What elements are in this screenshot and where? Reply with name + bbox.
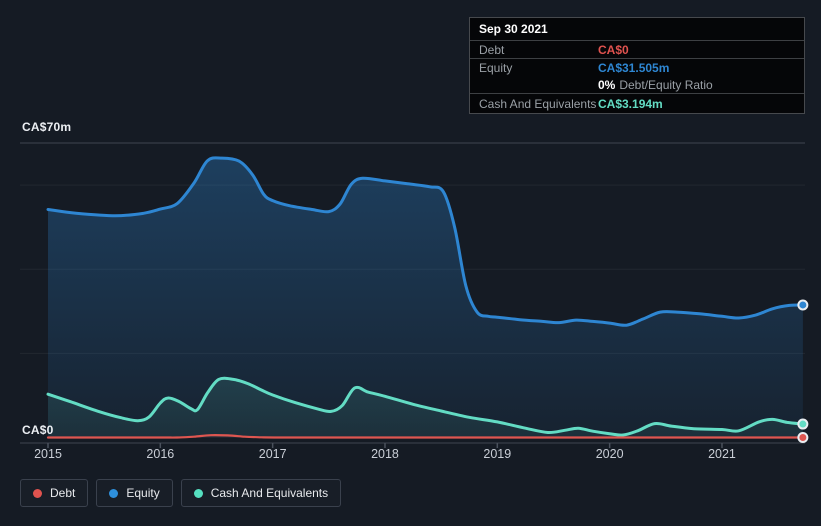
tooltip-equity-label: Equity [479,60,513,75]
legend-item-cash[interactable]: Cash And Equivalents [180,479,342,507]
tooltip-cash-row: Cash And Equivalents CA$3.194m [470,94,804,113]
tooltip-ratio-label: Debt/Equity Ratio [619,77,713,92]
series-area-equity [48,157,803,438]
series-end-marker-equity[interactable] [797,299,809,311]
x-axis-label-2021: 2021 [708,447,736,461]
debt-series-dot-icon [33,488,42,498]
series-end-marker-cash-and-equivalents[interactable] [797,418,809,430]
tooltip-debt-label: Debt [479,42,505,57]
legend-label-debt: Debt [50,486,76,500]
legend-label-cash: Cash And Equivalents [210,486,329,500]
tooltip-ratio-value: 0% [598,77,616,92]
x-axis-label-2020: 2020 [595,447,624,461]
debt-equity-history-chart: CA$70m CA$0 2015 2016 2017 2018 2019 2020 2021… [0,0,821,526]
tooltip-equity-value: CA$31.505m [598,60,670,75]
tooltip-cash-label: Cash And Equivalents [479,96,597,111]
legend-item-equity[interactable]: Equity [96,479,173,507]
legend-label-equity: Equity [126,486,160,500]
y-axis-zero-label: CA$0 [22,423,54,437]
x-axis-label-2017: 2017 [258,447,287,461]
tooltip-debt-value: CA$0 [598,42,629,57]
tooltip-date: Sep 30 2021 [470,18,804,41]
legend-item-debt[interactable]: Debt [20,479,89,507]
x-axis-label-2018: 2018 [371,447,399,461]
x-axis-label-2016: 2016 [146,447,175,461]
tooltip-cash-value: CA$3.194m [598,96,663,111]
tooltip-equity-row: Equity CA$31.505m [470,59,804,76]
chart-legend: Debt Equity Cash And Equivalents [20,479,342,507]
tooltip-ratio-row: 0% Debt/Equity Ratio [470,76,804,94]
x-axis-label-2015: 2015 [34,447,62,461]
series-end-marker-debt[interactable] [797,432,809,443]
chart-tooltip: Sep 30 2021 Debt CA$0 Equity CA$31.505m … [469,17,805,114]
cash-series-dot-icon [193,488,203,498]
equity-series-dot-icon [109,488,119,498]
tooltip-debt-row: Debt CA$0 [470,41,804,59]
x-axis-label-2019: 2019 [483,447,512,461]
y-axis-max-label: CA$70m [22,120,72,134]
